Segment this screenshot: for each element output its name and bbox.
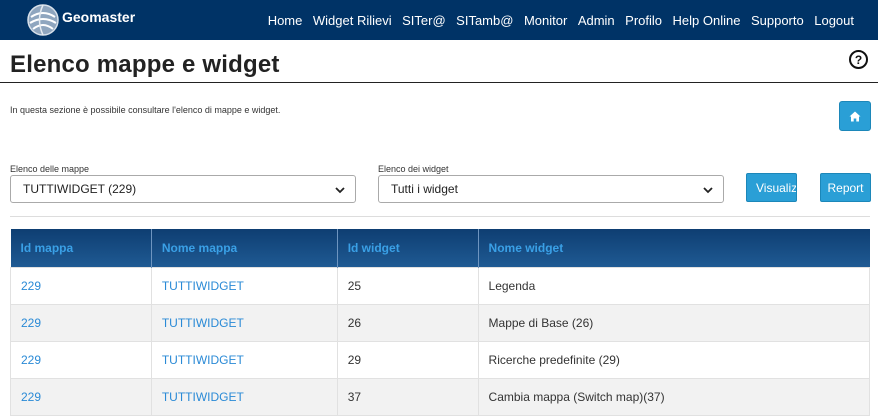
- chevron-down-icon: [703, 187, 713, 194]
- table-header-row: Id mappa Nome mappa Id widget Nome widge…: [10, 229, 870, 267]
- help-icon[interactable]: ?: [849, 50, 868, 69]
- maps-label: Elenco delle mappe: [10, 164, 90, 174]
- nav-siter[interactable]: SITer@: [402, 13, 446, 28]
- intro-text: In questa sezione è possibile consultare…: [10, 105, 281, 115]
- cell-nome-mappa[interactable]: TUTTIWIDGET: [150, 303, 338, 342]
- maps-select[interactable]: TUTTIWIDGET (229): [10, 175, 356, 203]
- table-row: 229 TUTTIWIDGET 26 Mappe di Base (26): [10, 303, 871, 342]
- cell-id-widget: 26: [336, 303, 479, 342]
- cell-nome-mappa[interactable]: TUTTIWIDGET: [150, 377, 338, 416]
- nav-monitor[interactable]: Monitor: [524, 13, 567, 28]
- nav-logout[interactable]: Logout: [814, 13, 854, 28]
- col-header-nome-widget[interactable]: Nome widget: [478, 229, 870, 267]
- brand[interactable]: Geomaster: [26, 3, 135, 37]
- top-navbar: Geomaster Home Widget Rilievi SITer@ SIT…: [0, 0, 878, 40]
- cell-id-mappa[interactable]: 229: [10, 340, 152, 379]
- cell-nome-mappa[interactable]: TUTTIWIDGET: [150, 266, 338, 305]
- cell-id-widget: 37: [336, 377, 479, 416]
- col-header-id-mappa[interactable]: Id mappa: [10, 229, 152, 267]
- cell-nome-widget: Cambia mappa (Switch map)(37): [477, 377, 871, 416]
- col-header-nome-mappa[interactable]: Nome mappa: [151, 229, 338, 267]
- globe-logo-icon: [27, 4, 59, 36]
- nav-admin[interactable]: Admin: [578, 13, 615, 28]
- widgets-label: Elenco dei widget: [378, 164, 449, 174]
- nav-home[interactable]: Home: [268, 13, 303, 28]
- cell-nome-widget: Legenda: [477, 266, 871, 305]
- widgets-select[interactable]: Tutti i widget: [378, 175, 724, 203]
- report-button[interactable]: Report: [820, 173, 871, 202]
- nav-profilo[interactable]: Profilo: [625, 13, 662, 28]
- cell-id-mappa[interactable]: 229: [10, 266, 152, 305]
- cell-id-widget: 29: [336, 340, 479, 379]
- nav-help-online[interactable]: Help Online: [673, 13, 741, 28]
- nav-supporto[interactable]: Supporto: [751, 13, 804, 28]
- cell-nome-widget: Mappe di Base (26): [477, 303, 871, 342]
- maps-widgets-table: Id mappa Nome mappa Id widget Nome widge…: [10, 229, 871, 416]
- main-menu: Home Widget Rilievi SITer@ SITamb@ Monit…: [268, 0, 854, 40]
- chevron-down-icon: [335, 187, 345, 194]
- cell-nome-widget: Ricerche predefinite (29): [477, 340, 871, 379]
- brand-name: Geomaster: [62, 9, 136, 25]
- cell-nome-mappa[interactable]: TUTTIWIDGET: [150, 340, 338, 379]
- table-row: 229 TUTTIWIDGET 29 Ricerche predefinite …: [10, 340, 871, 379]
- home-button[interactable]: [839, 101, 871, 131]
- show-button[interactable]: Visualizza: [746, 173, 797, 202]
- divider: [10, 216, 870, 217]
- cell-id-widget: 25: [336, 266, 479, 305]
- table-row: 229 TUTTIWIDGET 37 Cambia mappa (Switch …: [10, 377, 871, 416]
- nav-widget-rilievi[interactable]: Widget Rilievi: [313, 13, 392, 28]
- col-header-id-widget[interactable]: Id widget: [337, 229, 479, 267]
- page-title: Elenco mappe e widget: [10, 51, 280, 78]
- cell-id-mappa[interactable]: 229: [10, 303, 152, 342]
- table-row: 229 TUTTIWIDGET 25 Legenda: [10, 266, 871, 305]
- nav-sitamb[interactable]: SITamb@: [456, 13, 513, 28]
- page-header: Elenco mappe e widget ?: [0, 40, 878, 83]
- home-icon: [849, 111, 861, 121]
- cell-id-mappa[interactable]: 229: [10, 377, 152, 416]
- widgets-select-value: Tutti i widget: [391, 182, 458, 196]
- maps-select-value: TUTTIWIDGET (229): [23, 182, 137, 196]
